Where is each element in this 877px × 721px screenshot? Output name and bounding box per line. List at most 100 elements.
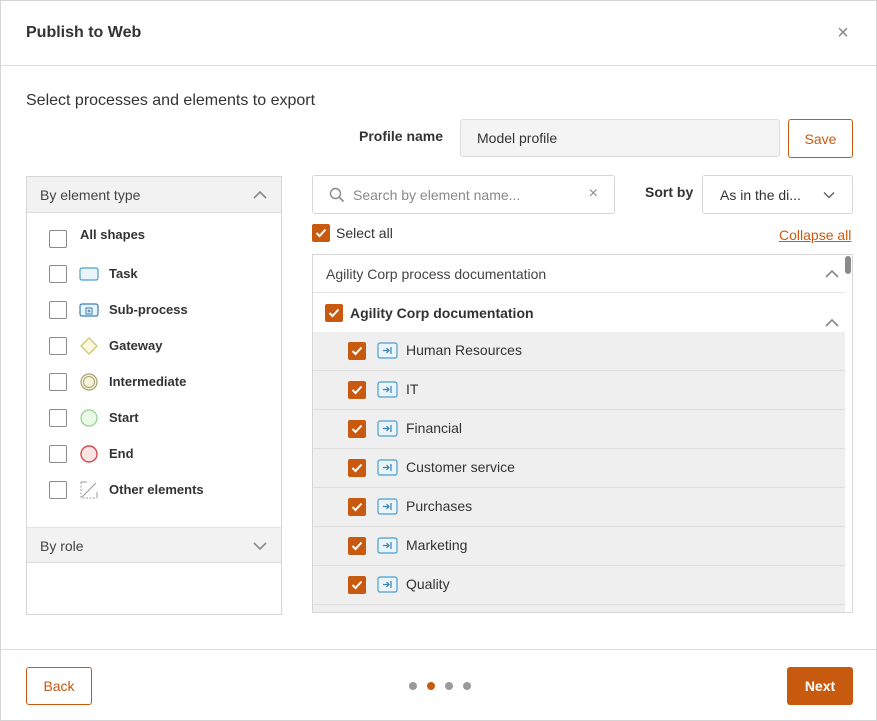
step-dot-active [427,682,435,690]
tree-item-label: Human Resources [406,342,522,358]
process-link-icon [377,420,398,437]
task-label: Task [109,266,138,281]
tree-item[interactable]: Customer service [313,449,845,488]
select-all-checkbox[interactable] [312,224,330,242]
item-checkbox[interactable] [348,498,366,516]
shape-row-sub-process: Sub-process [49,300,269,320]
sort-select-value: As in the di... [720,187,801,203]
end-label: End [109,446,134,461]
all-shapes-label: All shapes [80,227,146,242]
item-checkbox[interactable] [348,342,366,360]
step-dot [463,682,471,690]
sort-select[interactable]: As in the di... [702,175,853,214]
by-role-header[interactable]: By role [27,527,281,563]
start-event-icon [79,408,99,428]
shape-row-other: Other elements [49,480,269,500]
end-checkbox[interactable] [49,445,67,463]
element-type-header[interactable]: By element type [27,177,281,213]
end-event-icon [79,444,99,464]
tree-item[interactable]: IT [313,371,845,410]
all-shapes-checkbox[interactable] [49,230,67,248]
back-button[interactable]: Back [26,667,92,705]
intermediate-checkbox[interactable] [49,373,67,391]
shape-row-intermediate: Intermediate [49,372,269,392]
process-link-icon [377,498,398,515]
dialog-footer: Back Next [1,649,876,720]
chevron-up-icon[interactable] [825,316,839,330]
element-type-header-label: By element type [40,187,141,203]
gateway-icon [79,336,99,356]
chevron-up-icon[interactable] [253,188,267,202]
shape-row-start: Start [49,408,269,428]
sub-process-label: Sub-process [109,302,188,317]
tree-item-label: Financial [406,420,463,436]
search-icon [329,187,345,203]
item-checkbox[interactable] [348,537,366,555]
tree-scrollbar[interactable] [845,256,851,274]
process-link-icon [377,537,398,554]
start-checkbox[interactable] [49,409,67,427]
publish-dialog: Publish to Web × Select processes and el… [0,0,877,721]
task-checkbox[interactable] [49,265,67,283]
shape-row-all: All shapes [49,227,269,249]
other-elements-label: Other elements [109,482,204,497]
clear-search-icon[interactable]: × [589,185,598,203]
other-elements-checkbox[interactable] [49,481,67,499]
step-dot [409,682,417,690]
gateway-checkbox[interactable] [49,337,67,355]
dialog-header: Publish to Web × [1,1,876,66]
sort-by-label: Sort by [645,184,694,200]
process-link-icon [377,342,398,359]
tree-item-label: IT [406,381,419,397]
tree-item[interactable]: Marketing [313,527,845,566]
tree-root-row[interactable]: Agility Corp process documentation [313,255,845,293]
item-checkbox[interactable] [348,576,366,594]
item-checkbox[interactable] [348,420,366,438]
process-link-icon [377,459,398,476]
other-elements-icon [79,480,99,500]
shape-row-end: End [49,444,269,464]
task-icon [79,264,99,284]
item-checkbox[interactable] [348,459,366,477]
by-role-header-label: By role [40,538,84,554]
item-checkbox[interactable] [348,381,366,399]
shape-row-task: Task [49,264,269,284]
tree-root-label: Agility Corp process documentation [326,266,547,282]
dialog-title: Publish to Web [26,24,142,41]
save-button[interactable]: Save [788,119,853,158]
intermediate-event-icon [79,372,99,392]
sub-process-checkbox[interactable] [49,301,67,319]
search-input[interactable] [353,184,583,206]
select-all-label: Select all [336,225,393,241]
tree-item[interactable]: Purchases [313,488,845,527]
chevron-up-icon[interactable] [825,267,839,281]
next-button[interactable]: Next [787,667,853,705]
start-label: Start [109,410,139,425]
gateway-label: Gateway [109,338,163,353]
tree-group-row[interactable]: Agility Corp documentation [313,294,845,332]
tree-group-label: Agility Corp documentation [350,305,534,321]
profile-name-input[interactable] [460,119,780,157]
filter-panel: By element type All shapes Task Sub-proc… [26,176,282,615]
dialog-subtitle: Select processes and elements to export [26,92,316,109]
tree-item-label: Quality [406,576,450,592]
close-icon[interactable]: × [834,21,852,45]
sub-process-icon [79,300,99,320]
tree-item[interactable]: Financial [313,410,845,449]
element-tree: Agility Corp process documentation Agili… [312,254,853,613]
chevron-down-icon[interactable] [253,539,267,553]
step-indicator [409,682,479,690]
group-checkbox[interactable] [325,304,343,322]
tree-item-label: Customer service [406,459,515,475]
intermediate-label: Intermediate [109,374,187,389]
process-link-icon [377,576,398,593]
collapse-all-link[interactable]: Collapse all [779,227,851,243]
tree-item-label: Marketing [406,537,468,553]
tree-item[interactable]: Quality [313,566,845,605]
profile-name-label: Profile name [359,128,444,144]
tree-item[interactable]: Human Resources [313,332,845,371]
process-link-icon [377,381,398,398]
chevron-down-icon [822,188,836,202]
search-box: × [312,175,615,214]
tree-items: Human Resources IT Financial Customer se… [313,332,845,612]
